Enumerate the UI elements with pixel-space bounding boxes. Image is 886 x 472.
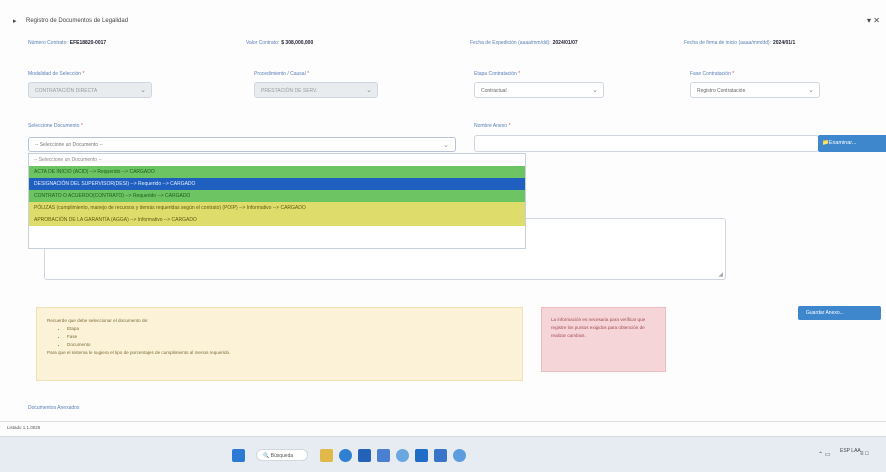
procedure-select[interactable]: PRESTACIÓN DE SERV. ⌄ [254, 82, 378, 98]
status-text: Listado 1.1.0025 [7, 425, 41, 430]
contract-value: Valor Contrato: $ 308,000,000 [246, 40, 314, 46]
alert-outro: Para que el sistema le sugiera el tipo d… [47, 350, 231, 355]
start-icon[interactable] [232, 449, 245, 462]
tray-icons[interactable]: ⌃ ▭ [818, 451, 830, 458]
phase-label: Fase Contratación * [690, 71, 735, 77]
document-dropdown: -- Seleccione un Documento -- ACTA DE IN… [28, 153, 526, 249]
folder-icon[interactable] [320, 449, 333, 462]
stage-select[interactable]: Contractual ⌄ [474, 82, 604, 98]
chrome-icon[interactable] [339, 449, 352, 462]
start-date: Fecha de firma de inicio (aaaa/mm/dd): 20… [684, 40, 796, 46]
stage-label: Etapa Contratación * [474, 71, 521, 77]
window-title: Registro de Documentos de Legalidad [26, 18, 129, 24]
document-label: Seleccione Documento * [28, 123, 83, 129]
status-bar: Listado 1.1.0025 [0, 421, 886, 433]
alert-intro: Recuerde que debe seleccionar el documen… [47, 318, 149, 323]
alert-item: Fase [67, 333, 512, 341]
save-annex-button[interactable]: Guardar Anexo... [798, 306, 881, 320]
contract-number: Número Contrato: EFE18820-0017 [28, 40, 107, 46]
modality-select[interactable]: CONTRATACIÓN DIRECTA ⌄ [28, 82, 152, 98]
dropdown-option[interactable]: -- Seleccione un Documento -- [29, 154, 525, 166]
annex-name-label: Nombre Anexo * [474, 123, 511, 129]
chevron-down-icon: ⌄ [140, 87, 146, 94]
modality-label: Modalidad de Selección * [28, 71, 85, 77]
tray-language[interactable]: ESP LAA [840, 448, 861, 454]
taskbar: 🔍 Búsqueda ⌃ ▭ ESP LAA ≡ □ [0, 436, 886, 472]
chevron-down-icon: ⌄ [808, 87, 814, 94]
network-app-icon[interactable] [453, 449, 466, 462]
dropdown-option-highlighted[interactable]: DESIGNACIÓN DEL SUPERVISOR(DESI) --> Req… [29, 178, 525, 190]
chevron-down-icon: ⌄ [443, 142, 449, 149]
dropdown-option[interactable]: ACTA DE INICIO (ACID) --> Requerido --> … [29, 166, 525, 178]
window-titlebar: ▸ Registro de Documentos de Legalidad ▾ … [0, 12, 886, 32]
chevron-down-icon: ⌄ [366, 87, 372, 94]
taskbar-search[interactable]: 🔍 Búsqueda [256, 449, 308, 461]
annexed-documents-label: Documentos Anexados [28, 405, 80, 411]
store-icon[interactable] [377, 449, 390, 462]
tray-clock[interactable]: ≡ □ [860, 451, 869, 457]
dropdown-option[interactable]: CONTRATO O ACUERDO(CONTRATO) --> Requeri… [29, 190, 525, 202]
browser-window: ▸ Registro de Documentos de Legalidad ▾ … [0, 0, 886, 436]
dropdown-option[interactable]: PÓLIZAS (cumplimiento, manejo de recurso… [29, 202, 525, 214]
resize-grip-icon[interactable]: ◢ [718, 271, 723, 278]
collapse-icon[interactable]: ▸ [13, 17, 17, 25]
issue-date: Fecha de Expedición (aaaa/mm/dd): 2024/01… [470, 40, 578, 46]
mail-icon[interactable] [434, 449, 447, 462]
warning-alert: Recuerde que debe seleccionar el documen… [36, 307, 523, 381]
danger-alert: La información es necesaria para verific… [541, 307, 666, 372]
photos-icon[interactable] [415, 449, 428, 462]
annex-name-input[interactable] [474, 135, 819, 152]
alert-item: Documento [67, 341, 512, 349]
document-select[interactable]: -- Seleccione un Documento -- ⌄ [28, 137, 456, 152]
dropdown-option[interactable]: APROBACIÓN DE LA GARANTÍA (AGGA) --> Inf… [29, 214, 525, 226]
window-controls-icon[interactable]: ▾ ✕ [867, 16, 880, 25]
examine-button[interactable]: 📁Examinar... [818, 135, 886, 152]
word-icon[interactable] [358, 449, 371, 462]
alert-item: Etapa [67, 325, 512, 333]
settings-icon[interactable] [396, 449, 409, 462]
procedure-label: Procedimiento / Causal * [254, 71, 310, 77]
chevron-down-icon: ⌄ [592, 87, 598, 94]
phase-select[interactable]: Registro Contratación ⌄ [690, 82, 820, 98]
